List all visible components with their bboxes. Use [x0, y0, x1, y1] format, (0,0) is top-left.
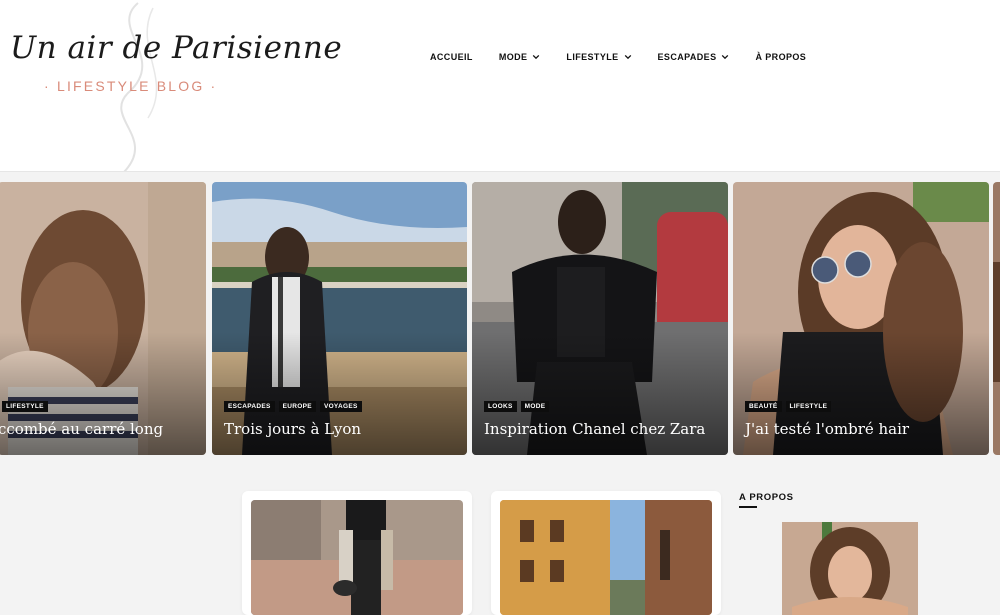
nav-item-accueil[interactable]: ACCUEIL: [430, 52, 473, 62]
about-heading: A PROPOS: [739, 492, 794, 503]
nav-item-label: LIFESTYLE: [566, 52, 619, 62]
site-logo[interactable]: Un air de Parisienne · LIFESTYLE BLOG ·: [10, 2, 342, 171]
about-photo: [782, 522, 918, 615]
nav-item-label: MODE: [498, 52, 528, 62]
slide-card[interactable]: [993, 182, 1000, 455]
post-thumbnail[interactable]: [500, 500, 712, 615]
nav-item-a-propos[interactable]: À PROPOS: [755, 52, 806, 62]
slide-card[interactable]: LIFESTYLE ccombé au carré long: [0, 182, 206, 455]
slide-title[interactable]: Trois jours à Lyon: [224, 420, 361, 438]
post-card[interactable]: [491, 491, 721, 615]
category-tag[interactable]: LIFESTYLE: [785, 401, 832, 412]
category-tag[interactable]: LOOKS: [484, 401, 517, 412]
logo-subtitle: · LIFESTYLE BLOG ·: [44, 78, 218, 94]
post-photo: [251, 500, 463, 615]
category-tag[interactable]: BEAUTÉ: [745, 401, 782, 412]
slide-tags: BEAUTÉ LIFESTYLE: [745, 401, 835, 412]
slide-title[interactable]: ccombé au carré long: [0, 420, 163, 438]
slide-title[interactable]: J'ai testé l'ombré hair: [745, 420, 909, 438]
slide-card[interactable]: LOOKS MODE Inspiration Chanel chez Zara: [472, 182, 728, 455]
post-photo: [500, 500, 712, 615]
nav-item-lifestyle[interactable]: LIFESTYLE: [566, 52, 631, 62]
slide-tags: LIFESTYLE: [2, 401, 52, 412]
nav-item-label: À PROPOS: [755, 52, 807, 62]
category-tag[interactable]: EUROPE: [278, 401, 316, 412]
chevron-down-icon: [624, 54, 631, 60]
heading-underline: [739, 506, 757, 508]
nav-item-mode[interactable]: MODE: [499, 52, 541, 62]
chevron-down-icon: [533, 54, 540, 60]
logo-title: Un air de Parisienne: [10, 30, 343, 66]
post-thumbnail[interactable]: [251, 500, 463, 615]
post-card[interactable]: [242, 491, 472, 615]
category-tag[interactable]: LIFESTYLE: [2, 401, 48, 412]
site-header: Un air de Parisienne · LIFESTYLE BLOG · …: [0, 0, 1000, 172]
category-tag[interactable]: MODE: [520, 401, 550, 412]
chevron-down-icon: [722, 54, 729, 60]
featured-slider[interactable]: LIFESTYLE ccombé au carré long ESCAPADES…: [0, 182, 1000, 455]
slide-photo: [993, 182, 1000, 455]
slide-card[interactable]: BEAUTÉ LIFESTYLE J'ai testé l'ombré hair: [733, 182, 989, 455]
slide-tags: ESCAPADES EUROPE VOYAGES: [224, 401, 366, 412]
category-tag[interactable]: ESCAPADES: [224, 401, 275, 412]
slide-card[interactable]: ESCAPADES EUROPE VOYAGES Trois jours à L…: [212, 182, 467, 455]
category-tag[interactable]: VOYAGES: [319, 401, 362, 412]
nav-item-label: ESCAPADES: [657, 52, 717, 62]
nav-item-label: ACCUEIL: [430, 52, 473, 62]
main-nav: ACCUEIL MODE LIFESTYLE ESCAPADES À PROPO…: [430, 52, 806, 62]
slide-tags: LOOKS MODE: [484, 401, 553, 412]
slide-title[interactable]: Inspiration Chanel chez Zara: [484, 420, 705, 438]
nav-item-escapades[interactable]: ESCAPADES: [658, 52, 730, 62]
